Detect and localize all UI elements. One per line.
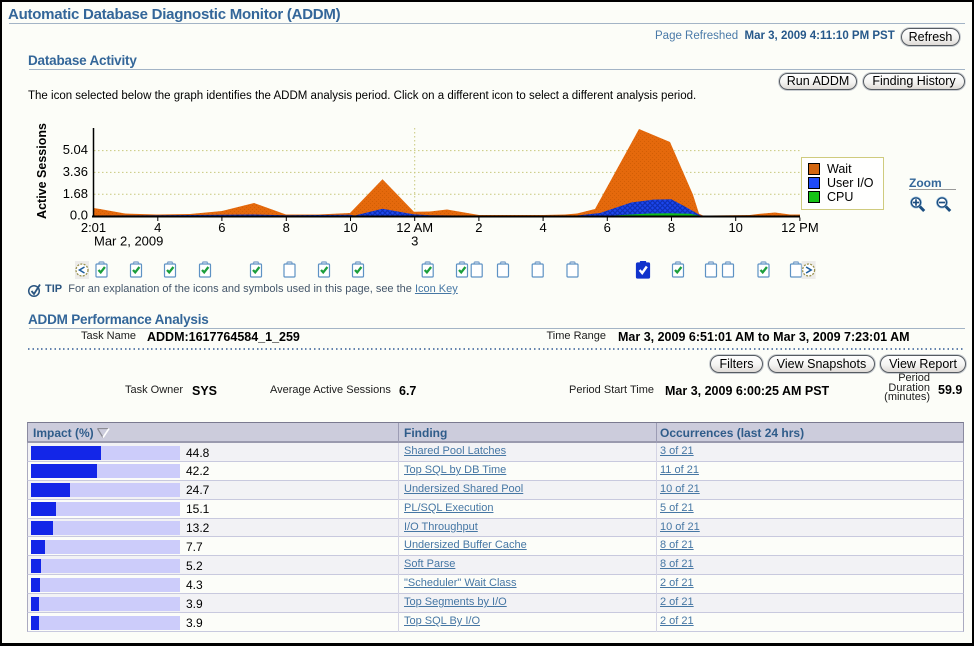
svg-text:6: 6 [218,220,225,235]
svg-text:12 PM: 12 PM [781,220,819,235]
svg-text:3.36: 3.36 [63,164,88,179]
svg-text:10: 10 [728,220,742,235]
svg-text:1.68: 1.68 [63,186,88,201]
svg-text:8: 8 [668,220,675,235]
svg-text:Mar 2, 2009: Mar 2, 2009 [94,234,163,249]
svg-text:3: 3 [411,234,418,249]
svg-text:Active Sessions: Active Sessions [35,123,49,219]
svg-text:4: 4 [539,220,546,235]
svg-text:5.04: 5.04 [63,142,88,157]
svg-text:6: 6 [604,220,611,235]
svg-text:10: 10 [343,220,357,235]
svg-text:8: 8 [283,220,290,235]
svg-text:2: 2 [475,220,482,235]
